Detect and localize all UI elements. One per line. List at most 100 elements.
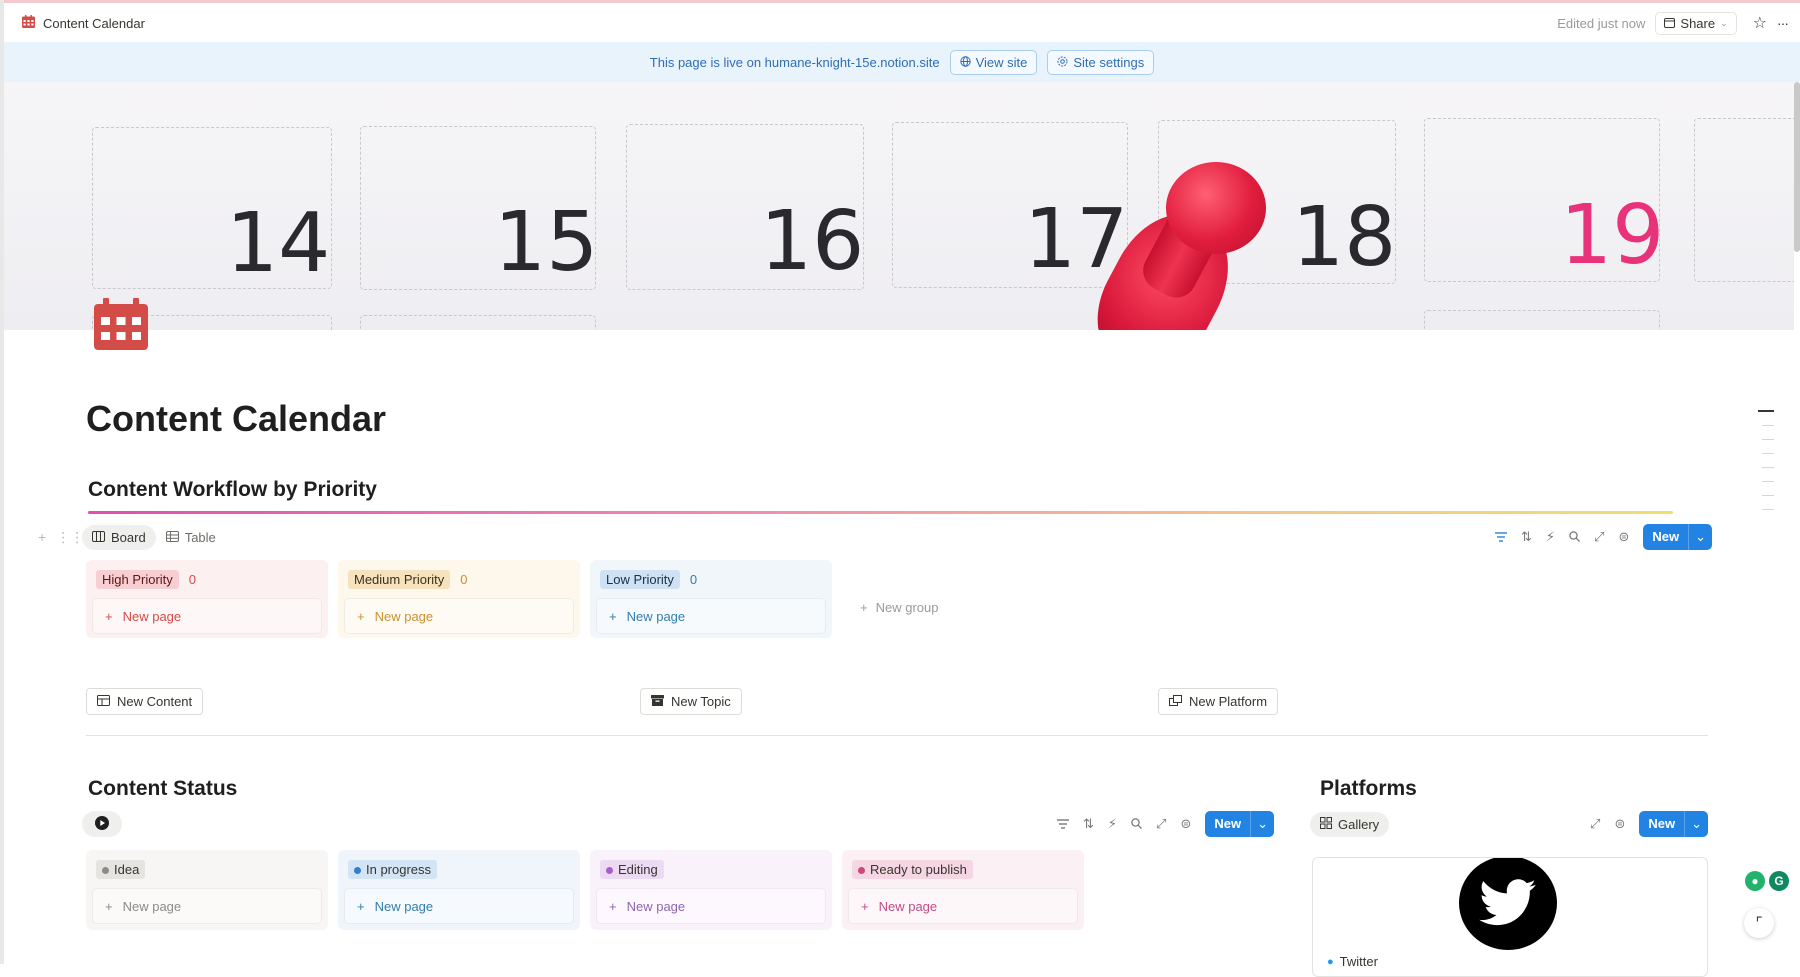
new-topic-button[interactable]: New Topic xyxy=(640,688,742,715)
new-page-button[interactable]: + New page xyxy=(344,598,574,634)
scrollbar-thumb[interactable] xyxy=(1794,82,1800,252)
tab-gallery[interactable]: Gallery xyxy=(1310,811,1390,837)
share-button[interactable]: Share ⌄ xyxy=(1655,11,1737,35)
help-icon[interactable]: ⌜ xyxy=(1744,908,1774,938)
platforms-new-button[interactable]: New ⌄ xyxy=(1639,811,1708,837)
search-icon[interactable] xyxy=(1131,817,1143,832)
gradient-divider xyxy=(88,511,1673,514)
tab-gallery-label: Gallery xyxy=(1338,816,1380,832)
new-page-button[interactable]: + New page xyxy=(344,888,574,924)
grammar-extension-icon[interactable]: ● xyxy=(1745,871,1765,891)
automation-icon[interactable]: ⚡︎ xyxy=(1108,816,1117,832)
group-count: 0 xyxy=(460,571,468,587)
grammarly-icon[interactable]: G xyxy=(1769,871,1789,891)
filter-icon[interactable] xyxy=(1495,530,1507,545)
new-page-label: New page xyxy=(878,898,938,914)
new-platform-button[interactable]: New Platform xyxy=(1158,688,1279,715)
platforms-new-label: New xyxy=(1648,816,1676,831)
new-group-button[interactable]: + New group xyxy=(842,560,938,638)
group-tag-high-priority[interactable]: High Priority xyxy=(96,569,179,589)
group-tag-label: In progress xyxy=(366,861,432,877)
breadcrumb[interactable]: Content Calendar xyxy=(22,15,145,31)
search-icon[interactable] xyxy=(1569,530,1581,545)
workflow-heading[interactable]: Content Workflow by Priority xyxy=(88,478,377,502)
sort-icon[interactable]: ⇅ xyxy=(1083,816,1094,832)
sort-icon[interactable]: ⇅ xyxy=(1521,529,1532,545)
status-board: Idea + New page In progress + New page E… xyxy=(86,850,1084,930)
plus-icon: + xyxy=(357,898,365,914)
chevron-down-icon[interactable]: ⌄ xyxy=(1250,811,1274,837)
site-settings-button[interactable]: Site settings xyxy=(1047,49,1155,75)
drag-handle-icon[interactable]: ⋮⋮ xyxy=(56,529,84,546)
settings-sliders-icon[interactable]: ⊜ xyxy=(1614,816,1625,832)
play-button[interactable] xyxy=(82,811,122,837)
workflow-new-button[interactable]: New ⌄ xyxy=(1643,524,1712,550)
tab-table-label: Table xyxy=(184,529,216,545)
tab-table[interactable]: Table xyxy=(156,525,226,550)
expand-icon[interactable]: ⤢ xyxy=(1156,816,1166,832)
calendar-date-highlighted: 19 xyxy=(1560,188,1665,283)
breadcrumb-page-title: Content Calendar xyxy=(43,15,145,31)
gallery-icon xyxy=(1320,816,1332,832)
new-page-label: New page xyxy=(122,608,182,624)
view-site-button[interactable]: View site xyxy=(949,49,1038,75)
filter-icon[interactable] xyxy=(1057,817,1069,832)
calendar-date: 15 xyxy=(494,195,599,290)
group-tag-label: Editing xyxy=(618,861,658,877)
plus-icon: + xyxy=(861,898,869,914)
group-tag-medium-priority[interactable]: Medium Priority xyxy=(348,569,451,589)
toc-line xyxy=(1762,495,1774,496)
new-page-button[interactable]: + New page xyxy=(596,888,826,924)
content-status-new-button[interactable]: New ⌄ xyxy=(1205,811,1274,837)
new-page-button[interactable]: + New page xyxy=(848,888,1078,924)
new-page-button[interactable]: + New page xyxy=(92,888,322,924)
twitter-bird-icon: ● xyxy=(1327,955,1334,968)
chevron-down-icon: ⌄ xyxy=(1720,17,1728,28)
new-page-label: New page xyxy=(626,608,686,624)
more-options-icon[interactable]: ··· xyxy=(1777,15,1789,31)
settings-sliders-icon[interactable]: ⊜ xyxy=(1180,816,1191,832)
group-tag-low-priority[interactable]: Low Priority xyxy=(600,569,680,589)
banner-message: This page is live on humane-knight-15e.n… xyxy=(649,54,940,70)
group-tag-editing[interactable]: Editing xyxy=(600,859,664,879)
board-icon xyxy=(92,530,105,545)
tab-board[interactable]: Board xyxy=(82,524,156,550)
new-page-button[interactable]: + New page xyxy=(596,598,826,634)
content-status-heading[interactable]: Content Status xyxy=(88,777,237,801)
page-calendar-icon[interactable] xyxy=(94,298,148,350)
calendar-date: 16 xyxy=(760,194,865,289)
add-block-icon[interactable]: + xyxy=(38,529,46,546)
page-title[interactable]: Content Calendar xyxy=(86,398,386,440)
status-dot xyxy=(858,866,865,874)
toc-line xyxy=(1762,425,1774,426)
extension-icons: ● G xyxy=(1745,871,1789,891)
group-tag-idea[interactable]: Idea xyxy=(96,859,146,879)
settings-sliders-icon[interactable]: ⊜ xyxy=(1618,529,1629,545)
automation-icon[interactable]: ⚡︎ xyxy=(1546,529,1555,545)
globe-icon xyxy=(959,55,971,70)
tab-board-label: Board xyxy=(111,529,146,545)
calendar-icon xyxy=(22,15,35,31)
quick-action-buttons: New Content New Topic New Platform xyxy=(86,688,1506,716)
gallery-card-twitter[interactable]: ● Twitter xyxy=(1312,857,1708,977)
new-page-button[interactable]: + New page xyxy=(92,598,322,634)
platforms-heading[interactable]: Platforms xyxy=(1320,777,1417,801)
group-tag-in-progress[interactable]: In progress xyxy=(348,859,438,879)
new-page-label: New page xyxy=(122,898,182,914)
card-title: Twitter xyxy=(1339,954,1378,969)
new-content-button[interactable]: New Content xyxy=(86,688,204,715)
chevron-down-icon[interactable]: ⌄ xyxy=(1688,524,1712,550)
table-of-contents-outline[interactable] xyxy=(1758,410,1774,523)
chevron-down-icon[interactable]: ⌄ xyxy=(1684,811,1708,837)
workflow-view-toolbar: + ⋮⋮ Board Table ⇅ ⚡︎ ⤢ ⊜ New ⌄ xyxy=(38,522,1712,552)
site-settings-label: Site settings xyxy=(1073,54,1145,70)
star-icon[interactable]: ☆ xyxy=(1753,13,1767,33)
expand-icon[interactable]: ⤢ xyxy=(1594,529,1604,545)
toc-line xyxy=(1758,410,1774,412)
group-count: 0 xyxy=(689,571,698,587)
plus-icon: + xyxy=(860,599,868,615)
workflow-new-label: New xyxy=(1652,529,1680,544)
group-tag-ready-to-publish[interactable]: Ready to publish xyxy=(852,859,973,879)
cover-image[interactable]: 14 15 16 17 18 19 xyxy=(4,82,1794,330)
expand-icon[interactable]: ⤢ xyxy=(1590,816,1600,832)
